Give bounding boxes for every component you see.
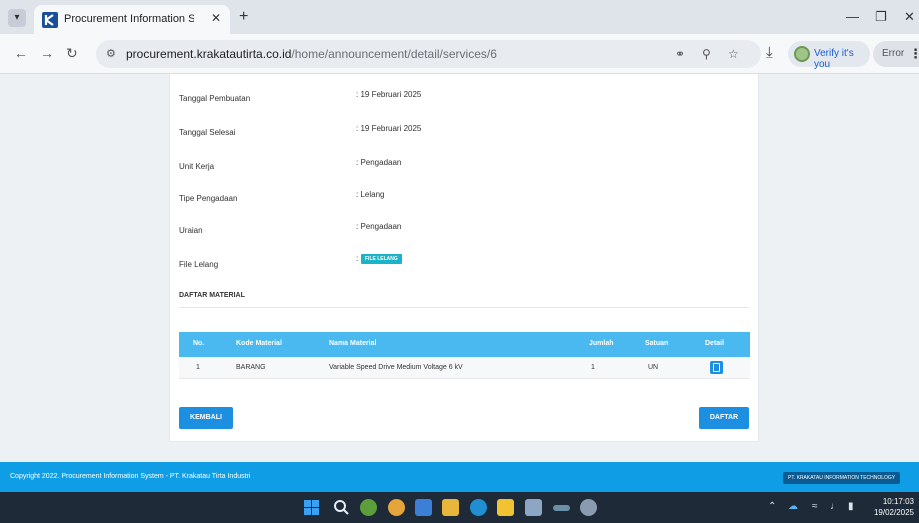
snipping-tool-icon[interactable] xyxy=(525,499,542,516)
document-detail-icon[interactable] xyxy=(710,361,723,374)
url-text[interactable]: procurement.krakatautirta.co.id/home/ann… xyxy=(126,47,497,61)
field-label: File Lelang xyxy=(179,260,219,269)
error-menu-button[interactable]: Error ⋮ xyxy=(873,41,919,67)
field-tanggal-selesai: Tanggal Selesai : 19 Februari 2025 xyxy=(179,124,739,144)
field-file-lelang: File Lelang : FILE LELANG xyxy=(179,254,739,276)
address-bar: ← → ↻ ⚙ procurement.krakatautirta.co.id/… xyxy=(0,34,919,74)
field-value: : Lelang xyxy=(356,190,385,199)
file-explorer-icon[interactable] xyxy=(442,499,459,516)
column-header-satuan: Satuan xyxy=(645,340,669,347)
restore-icon[interactable]: ❐ xyxy=(875,9,887,25)
url-path: /home/announcement/detail/services/6 xyxy=(291,47,497,61)
column-header-detail: Detail xyxy=(705,340,725,347)
url-host: procurement.krakatautirta.co.id xyxy=(126,47,292,61)
url-field[interactable]: ⚙ procurement.krakatautirta.co.id/home/a… xyxy=(96,40,761,68)
field-label: Tipe Pengadaan xyxy=(179,194,238,203)
footer-company-badge: PT. KRAKATAU INFORMATION TECHNOLOGY xyxy=(783,472,901,484)
announcement-detail-card: Tanggal Pembuatan : 19 Februari 2025 Tan… xyxy=(169,74,759,442)
file-lelang-button[interactable]: FILE LELANG xyxy=(361,254,402,264)
cell-satuan: UN xyxy=(648,364,659,371)
password-key-icon[interactable]: ⚭ xyxy=(675,47,685,61)
column-header-no: No. xyxy=(193,340,205,347)
site-info-icon[interactable]: ⚙ xyxy=(106,47,116,60)
copyright-text: Copyright 2022. Procurement Information … xyxy=(10,473,251,480)
profile-avatar-icon xyxy=(794,46,810,62)
copilot-app-icon[interactable] xyxy=(360,499,377,516)
tab-strip: ▾ Procurement Information Syste ✕ + — ❐ … xyxy=(0,0,919,34)
cell-jumlah: 1 xyxy=(591,364,595,371)
field-value: : Pengadaan xyxy=(356,158,402,167)
field-label: Tanggal Pembuatan xyxy=(179,94,251,103)
field-label: Uraian xyxy=(179,226,203,235)
column-header-kode: Kode Material xyxy=(236,340,282,347)
krakatau-favicon-icon xyxy=(42,12,58,28)
material-table: No. Kode Material Nama Material Jumlah S… xyxy=(179,332,750,379)
table-header: No. Kode Material Nama Material Jumlah S… xyxy=(179,332,750,357)
close-tab-icon[interactable]: ✕ xyxy=(211,11,221,25)
minimize-icon[interactable]: — xyxy=(846,9,859,24)
daftar-button[interactable]: DAFTAR xyxy=(699,407,749,429)
kembali-button[interactable]: KEMBALI xyxy=(179,407,233,429)
table-row: 1 BARANG Variable Speed Drive Medium Vol… xyxy=(179,357,750,379)
settings-gear-icon[interactable] xyxy=(580,499,597,516)
bookmark-star-icon[interactable]: ☆ xyxy=(728,47,739,61)
zoom-icon[interactable]: ⚲ xyxy=(702,47,711,61)
column-header-jumlah: Jumlah xyxy=(589,340,614,347)
download-icon[interactable]: ⤓ xyxy=(766,44,773,61)
column-header-nama: Nama Material xyxy=(329,340,377,347)
cell-kode: BARANG xyxy=(236,364,266,371)
field-tipe-pengadaan: Tipe Pengadaan : Lelang xyxy=(179,190,739,210)
windows-taskbar: ⌃ ☁ ≈ ♩ ▮ 10:17:03 19/02/2025 xyxy=(0,492,919,523)
page-viewport: Tanggal Pembuatan : 19 Februari 2025 Tan… xyxy=(0,74,919,462)
cell-nama: Variable Speed Drive Medium Voltage 6 kV xyxy=(329,364,463,371)
field-tanggal-pembuatan: Tanggal Pembuatan : 19 Februari 2025 xyxy=(179,90,739,110)
clock-time: 10:17:03 xyxy=(882,497,914,506)
section-title-daftar-material: DAFTAR MATERIAL xyxy=(179,292,245,299)
sticky-notes-icon[interactable] xyxy=(497,499,514,516)
pen-app-icon[interactable] xyxy=(553,505,570,511)
system-clock[interactable]: 10:17:03 19/02/2025 xyxy=(872,496,914,518)
field-label: Unit Kerja xyxy=(179,162,215,171)
onedrive-icon[interactable]: ☁ xyxy=(788,501,798,512)
browser-tab[interactable]: Procurement Information Syste ✕ xyxy=(34,5,230,34)
verify-label: Verify it's you xyxy=(814,48,854,70)
field-uraian: Uraian : Pengadaan xyxy=(179,222,739,242)
forward-arrow-icon[interactable]: → xyxy=(40,45,54,61)
chrome-app-icon[interactable] xyxy=(388,499,405,516)
tray-chevron-icon[interactable]: ⌃ xyxy=(768,501,776,512)
volume-icon[interactable]: ♩ xyxy=(830,501,840,512)
verify-profile-button[interactable]: Verify it's you xyxy=(788,41,870,70)
battery-icon[interactable]: ▮ xyxy=(848,501,854,512)
windows-start-icon[interactable] xyxy=(303,499,320,516)
back-arrow-icon[interactable]: ← xyxy=(14,45,28,61)
new-tab-icon[interactable]: + xyxy=(239,8,248,26)
cell-no: 1 xyxy=(196,364,200,371)
reload-icon[interactable]: ↻ xyxy=(66,45,78,62)
edge-app-icon[interactable] xyxy=(470,499,487,516)
error-label: Error xyxy=(882,48,905,59)
field-value: : 19 Februari 2025 xyxy=(356,90,422,99)
field-value: : Pengadaan xyxy=(356,222,402,231)
widgets-app-icon[interactable] xyxy=(415,499,432,516)
tab-title: Procurement Information Syste xyxy=(64,13,194,25)
field-label: Tanggal Selesai xyxy=(179,128,236,137)
search-icon[interactable] xyxy=(333,499,350,516)
clock-date: 19/02/2025 xyxy=(873,508,914,517)
wifi-icon[interactable]: ≈ xyxy=(812,501,818,512)
section-divider xyxy=(179,307,749,308)
kebab-menu-icon: ⋮ xyxy=(909,46,919,61)
page-footer: Copyright 2022. Procurement Information … xyxy=(0,462,919,492)
field-value: : 19 Februari 2025 xyxy=(356,124,422,133)
field-unit-kerja: Unit Kerja : Pengadaan xyxy=(179,158,739,178)
field-colon: : xyxy=(356,254,359,263)
tab-search-icon[interactable]: ▾ xyxy=(8,9,26,27)
close-window-icon[interactable]: ✕ xyxy=(904,9,915,25)
